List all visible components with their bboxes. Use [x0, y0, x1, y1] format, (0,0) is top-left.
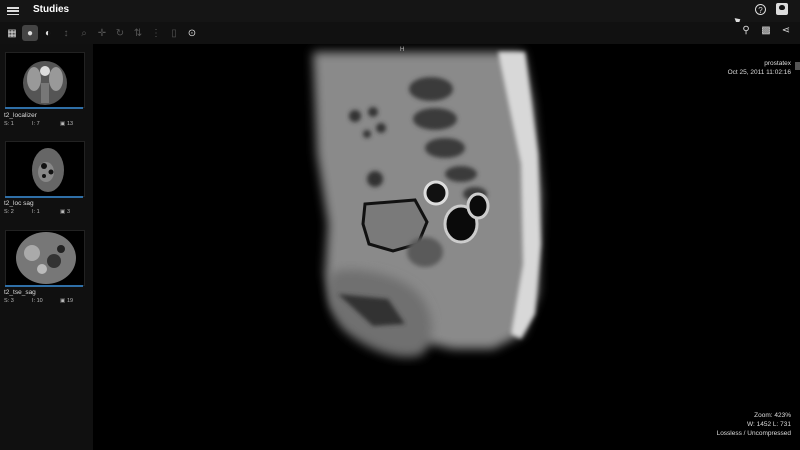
stack-icon: ▣: [60, 121, 66, 127]
window-level: W: 1452 L: 731: [747, 421, 791, 428]
series-number: S: 2: [4, 209, 14, 215]
top-bar: Studies ?: [0, 0, 800, 22]
stack-icon: ▣: [60, 209, 66, 215]
mouse-icon[interactable]: ●: [22, 25, 38, 41]
stack-icon: ▣: [60, 298, 66, 304]
flip-icon[interactable]: ⇅: [130, 25, 146, 41]
rotate-icon[interactable]: ↻: [112, 25, 128, 41]
instance-count: I: 1: [32, 209, 40, 215]
layout-icon[interactable]: ▦: [4, 25, 20, 41]
page-title[interactable]: Studies: [33, 4, 69, 15]
image-count: 3: [67, 209, 71, 215]
crosshair-icon[interactable]: ✛: [94, 25, 110, 41]
zoom-level: Zoom: 423%: [754, 412, 791, 419]
study-date: Oct 25, 2011 11:02:16: [727, 69, 791, 76]
selection-bar: [5, 285, 83, 287]
patient-name: prostatex: [764, 60, 791, 67]
pin-icon[interactable]: ⚲: [740, 25, 752, 36]
patient-overlay: prostatex Oct 25, 2011 11:02:16: [728, 59, 791, 77]
selection-bar: [5, 196, 83, 198]
play-icon[interactable]: ⊙: [184, 25, 200, 41]
series-thumbnail[interactable]: [5, 52, 85, 108]
pan-icon[interactable]: ↕: [58, 25, 74, 41]
series-thumbnail[interactable]: [5, 230, 85, 286]
zoom-icon[interactable]: ⌕: [76, 25, 92, 41]
mri-image[interactable]: [93, 44, 800, 450]
header-actions: ?: [755, 3, 788, 15]
image-viewport[interactable]: H prostatex Oct 25, 2011 11:02:16 Zoom: …: [93, 44, 800, 450]
series-panel: t2_localizer S: 1 I: 7 ▣ 13 t2_loc sag S…: [0, 44, 93, 450]
grid-icon[interactable]: ▩: [760, 25, 772, 36]
compression-info: Lossless / Uncompressed: [716, 430, 791, 437]
orientation-marker: H: [400, 47, 405, 53]
menu-icon[interactable]: [7, 6, 19, 16]
image-count: 19: [67, 298, 74, 304]
series-label: t2_loc sag: [4, 200, 34, 207]
toolbar-right: ⚲ ▩ ⋖: [740, 25, 792, 36]
series-number: S: 1: [4, 121, 14, 127]
selection-bar: [5, 107, 83, 109]
user-icon[interactable]: [776, 3, 788, 15]
viewer-toolbar: ▦ ● ◐ ↕ ⌕ ✛ ↻ ⇅ ⋮ ▯ ⊙ ⚲ ▩ ⋖: [0, 22, 800, 44]
instance-count: I: 10: [32, 298, 43, 304]
instance-count: I: 7: [32, 121, 40, 127]
image-info-overlay: Zoom: 423% W: 1452 L: 731 Lossless / Unc…: [717, 411, 791, 438]
image-count: 13: [67, 121, 74, 127]
stack-icon[interactable]: ▯: [166, 25, 182, 41]
series-thumbnail[interactable]: [5, 141, 85, 197]
viewport-scrollbar[interactable]: [795, 62, 800, 70]
scroll-icon[interactable]: ⋮: [148, 25, 164, 41]
series-number: S: 3: [4, 298, 14, 304]
contrast-icon[interactable]: ◐: [40, 25, 56, 41]
help-icon[interactable]: ?: [755, 3, 766, 15]
series-label: t2_tse_sag: [4, 289, 36, 296]
share-icon[interactable]: ⋖: [780, 25, 792, 36]
series-label: t2_localizer: [4, 112, 37, 119]
